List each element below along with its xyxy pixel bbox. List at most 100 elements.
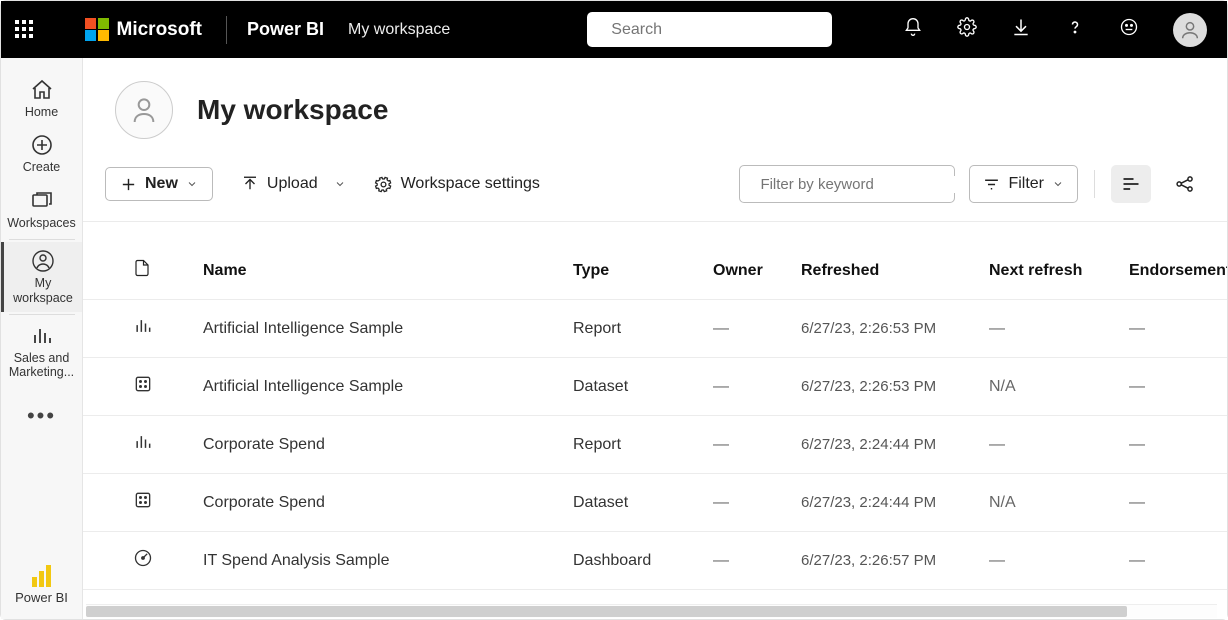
list-icon <box>1121 174 1141 194</box>
feedback-icon[interactable] <box>1119 17 1139 42</box>
row-refreshed: 6/27/23, 2:26:53 PM <box>801 320 989 337</box>
workspace-settings-button[interactable]: Workspace settings <box>374 175 540 194</box>
powerbi-logo-icon <box>32 563 52 587</box>
row-owner: — <box>713 436 801 454</box>
upload-button-label: Upload <box>267 175 318 193</box>
nav-label: My workspace <box>8 276 78 305</box>
col-next-refresh[interactable]: Next refresh <box>989 262 1129 280</box>
new-button-label: New <box>145 175 178 193</box>
nav-label: Home <box>25 105 58 119</box>
app-name[interactable]: Power BI <box>245 15 326 44</box>
notifications-icon[interactable] <box>903 17 923 42</box>
search-input[interactable] <box>611 21 818 39</box>
topbar: Microsoft Power BI My workspace <box>1 1 1227 58</box>
row-type: Report <box>573 320 713 338</box>
report-icon <box>30 324 54 348</box>
lineage-view-button[interactable] <box>1165 165 1205 203</box>
col-type[interactable]: Type <box>573 262 713 280</box>
row-next-refresh: — <box>989 320 1129 338</box>
row-type: Dataset <box>573 378 713 396</box>
table-header: Name Type Owner Refreshed Next refresh E… <box>83 242 1227 300</box>
row-refreshed: 6/27/23, 2:24:44 PM <box>801 436 989 453</box>
row-owner: — <box>713 320 801 338</box>
search-box[interactable] <box>587 12 832 47</box>
table-row[interactable]: IT Spend Analysis SampleDashboard—6/27/2… <box>83 532 1227 590</box>
row-endorsement: — <box>1129 378 1227 396</box>
filter-button[interactable]: Filter <box>969 165 1078 203</box>
table-row[interactable]: Corporate SpendDataset—6/27/23, 2:24:44 … <box>83 474 1227 532</box>
row-refreshed: 6/27/23, 2:26:53 PM <box>801 378 989 395</box>
workspaces-icon <box>30 189 54 213</box>
row-endorsement: — <box>1129 436 1227 454</box>
content-table: Name Type Owner Refreshed Next refresh E… <box>83 242 1227 590</box>
row-type: Report <box>573 436 713 454</box>
app-launcher-icon[interactable] <box>15 20 35 40</box>
plus-circle-icon <box>30 133 54 157</box>
row-owner: — <box>713 378 801 396</box>
row-owner: — <box>713 494 801 512</box>
upload-button[interactable]: Upload <box>241 175 346 193</box>
filter-input[interactable] <box>760 176 959 193</box>
col-endorsement[interactable]: Endorsement <box>1129 262 1227 280</box>
col-name[interactable]: Name <box>203 262 573 280</box>
filter-button-label: Filter <box>1008 175 1044 193</box>
filter-input-wrap[interactable] <box>739 165 955 203</box>
nav-sales-marketing[interactable]: Sales and Marketing... <box>1 317 82 387</box>
account-button[interactable] <box>1173 13 1207 47</box>
main: My workspace New Upload Workspace settin… <box>83 58 1227 619</box>
row-endorsement: — <box>1129 320 1227 338</box>
divider <box>226 16 227 44</box>
download-icon[interactable] <box>1011 17 1031 42</box>
help-icon[interactable] <box>1065 17 1085 42</box>
row-name: Corporate Spend <box>203 494 573 512</box>
col-refreshed[interactable]: Refreshed <box>801 262 989 280</box>
row-name: Artificial Intelligence Sample <box>203 320 573 338</box>
top-right <box>903 13 1213 47</box>
row-name: Corporate Spend <box>203 436 573 454</box>
row-owner: — <box>713 552 801 570</box>
brand-text: Microsoft <box>117 19 203 41</box>
horizontal-scrollbar[interactable] <box>86 604 1217 618</box>
row-endorsement: — <box>1129 494 1227 512</box>
row-name: Artificial Intelligence Sample <box>203 378 573 396</box>
row-type: Dashboard <box>573 552 713 570</box>
list-view-button[interactable] <box>1111 165 1151 203</box>
nav-label: Workspaces <box>7 216 76 230</box>
nav-home[interactable]: Home <box>1 71 82 126</box>
nav-my-workspace[interactable]: My workspace <box>1 242 82 312</box>
col-icon <box>133 259 203 282</box>
col-owner[interactable]: Owner <box>713 262 801 280</box>
nav-more[interactable]: ••• <box>11 387 72 445</box>
leftnav: Home Create Workspaces My workspace Sale… <box>1 58 83 619</box>
chevron-down-icon <box>1052 178 1064 190</box>
layout: Home Create Workspaces My workspace Sale… <box>1 58 1227 619</box>
row-endorsement: — <box>1129 552 1227 570</box>
table-row[interactable]: Artificial Intelligence SampleReport—6/2… <box>83 300 1227 358</box>
chevron-down-icon <box>334 178 346 190</box>
breadcrumb: My workspace <box>348 21 450 39</box>
home-icon <box>30 78 54 102</box>
row-next-refresh: — <box>989 552 1129 570</box>
nav-label: Sales and Marketing... <box>5 351 78 380</box>
row-next-refresh: N/A <box>989 378 1129 396</box>
workspace-settings-label: Workspace settings <box>401 175 540 193</box>
row-next-refresh: — <box>989 436 1129 454</box>
nav-create[interactable]: Create <box>1 126 82 181</box>
table-row[interactable]: Artificial Intelligence SampleDataset—6/… <box>83 358 1227 416</box>
table-row[interactable]: Corporate SpendReport—6/27/23, 2:24:44 P… <box>83 416 1227 474</box>
rule <box>83 221 1227 222</box>
toolbar-separator <box>1094 170 1095 198</box>
nav-workspaces[interactable]: Workspaces <box>1 182 82 237</box>
settings-icon[interactable] <box>957 17 977 42</box>
dataset-icon <box>133 374 203 399</box>
page-title: My workspace <box>197 94 388 126</box>
new-button[interactable]: New <box>105 167 213 201</box>
nav-separator <box>9 239 75 240</box>
nav-powerbi[interactable]: Power BI <box>15 563 68 605</box>
row-name: IT Spend Analysis Sample <box>203 552 573 570</box>
row-type: Dataset <box>573 494 713 512</box>
person-circle-icon <box>31 249 55 273</box>
lineage-icon <box>1175 174 1195 194</box>
upload-icon <box>241 175 259 193</box>
brand: Microsoft <box>85 18 202 42</box>
